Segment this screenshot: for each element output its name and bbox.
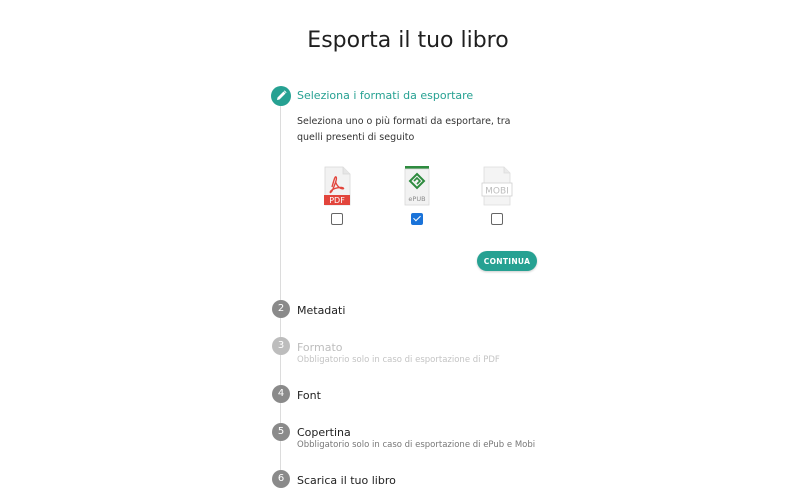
step-6-number: 6 <box>272 470 290 488</box>
step-6-title[interactable]: Scarica il tuo libro <box>297 474 396 487</box>
svg-text:ePUB: ePUB <box>408 195 425 203</box>
step-1-title[interactable]: Seleziona i formati da esportare <box>297 89 473 102</box>
step-2-title[interactable]: Metadati <box>297 304 345 317</box>
continue-button[interactable]: CONTINUA <box>477 251 537 271</box>
epub-checkbox[interactable] <box>411 213 423 225</box>
step-3-subtitle: Obbligatorio solo in caso di esportazion… <box>297 355 500 365</box>
step-1-description: Seleziona uno o più formati da esportare… <box>297 116 511 143</box>
step-4-number: 4 <box>272 385 290 403</box>
format-epub: ePUB <box>397 166 437 206</box>
step-5-title[interactable]: Copertina <box>297 426 351 439</box>
step-5-number: 5 <box>272 423 290 441</box>
step-5-subtitle: Obbligatorio solo in caso di esportazion… <box>297 440 536 450</box>
pdf-checkbox[interactable] <box>331 213 343 225</box>
pdf-icon: PDF <box>324 166 351 206</box>
mobi-icon: MOBI <box>481 166 513 206</box>
step-3-number: 3 <box>272 337 290 355</box>
page-title: Esporta il tuo libro <box>307 28 509 53</box>
step-2-number: 2 <box>272 300 290 318</box>
mobi-checkbox[interactable] <box>491 213 503 225</box>
svg-text:PDF: PDF <box>329 196 345 205</box>
step-1-pencil-icon <box>271 86 291 106</box>
svg-text:MOBI: MOBI <box>485 187 509 197</box>
epub-icon: ePUB <box>404 166 430 206</box>
format-mobi: MOBI <box>477 166 517 206</box>
step-3-title: Formato <box>297 341 343 354</box>
step-4-title[interactable]: Font <box>297 389 321 402</box>
format-pdf: PDF <box>317 166 357 206</box>
